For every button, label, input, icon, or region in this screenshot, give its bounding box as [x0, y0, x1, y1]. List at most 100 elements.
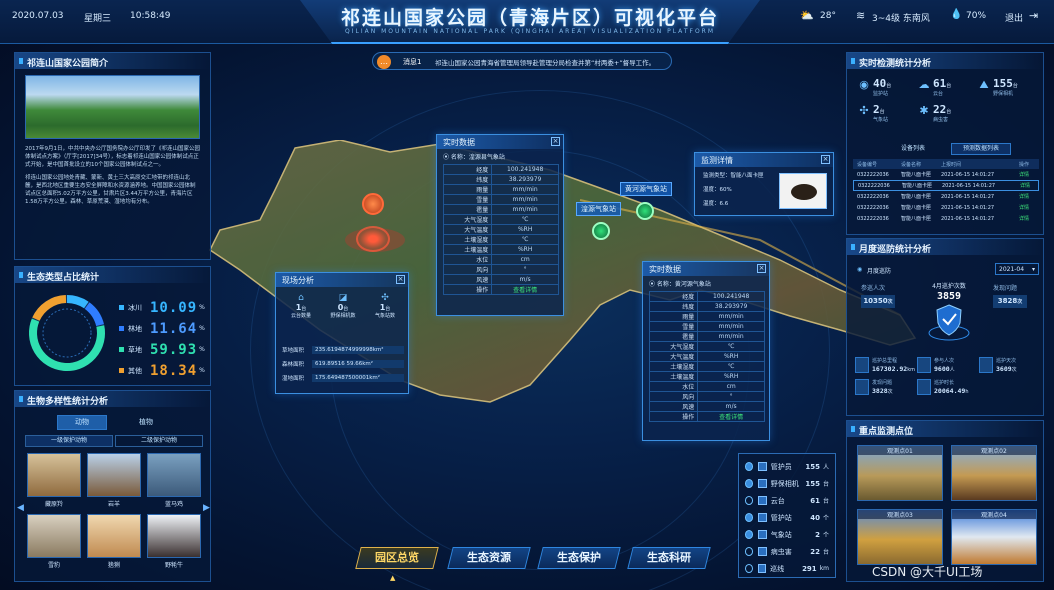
detail-link[interactable]: 详情 [1019, 204, 1029, 211]
donut-slice[interactable] [84, 302, 104, 327]
detail-link[interactable]: 详情 [1020, 182, 1030, 189]
nav-eco-research[interactable]: 生态科研 [627, 547, 711, 569]
camera-icon: ◪ [338, 293, 348, 303]
row-value: ℃ [697, 341, 765, 352]
close-icon[interactable]: × [821, 155, 830, 164]
table-row: 操作 查看详情 [442, 284, 559, 295]
row-value: ℃ [491, 214, 559, 225]
tab-animals[interactable]: 动物 [57, 415, 107, 430]
nav-eco-resources[interactable]: 生态资源 [447, 547, 531, 569]
subtab-first-class[interactable]: 一级保护动物 [25, 435, 113, 447]
cell-time: 2021-06-15 14:01:27 [941, 215, 995, 222]
monitor-card[interactable]: 观测点04 [951, 509, 1037, 565]
layer-toggle[interactable]: 管护员 155 人 [745, 458, 829, 475]
header-humidity: 70% [966, 11, 987, 21]
intro-title: 祁连山国家公园简介 [15, 53, 210, 69]
subtab-second-class[interactable]: 二级保护动物 [115, 435, 203, 447]
tab-prediction-list[interactable]: 预测数据列表 [951, 143, 1011, 155]
found-unit: 次 [1017, 299, 1023, 305]
weather-station-pin-icon[interactable] [592, 222, 610, 240]
weather-station-pin-icon[interactable] [636, 202, 654, 220]
animal-card[interactable]: 野牦牛 [147, 514, 201, 569]
layer-checkbox[interactable] [745, 513, 754, 522]
stat-unit: 台 [946, 83, 952, 89]
intro-panel: 祁连山国家公园简介 2017年9月1日，中共中央办公厅国务院办公厅印发了《祁连山… [14, 52, 211, 260]
patrol-stats: 巡护总里程 167302.92km 参与人次 9600人 巡护天次 3609次 发现问… [855, 357, 1041, 395]
humidity-label: 湿度： [703, 187, 720, 193]
layer-checkbox[interactable] [745, 479, 754, 488]
temperature-value: 6.6 [719, 201, 729, 207]
detail-link[interactable]: 详情 [1019, 171, 1029, 178]
stat-value: 2 [873, 103, 880, 116]
donut-slice[interactable] [29, 318, 105, 371]
nav-overview[interactable]: 园区总览 [355, 547, 439, 569]
monitor-card[interactable]: 观测点02 [951, 445, 1037, 501]
animal-card[interactable]: 藏原羚 [27, 453, 81, 508]
logout-icon[interactable]: ⇥ [1029, 9, 1038, 22]
table-row: 操作 查看详情 [648, 411, 765, 422]
close-icon[interactable]: × [396, 275, 405, 284]
table-row[interactable]: 0322222036 智能八面卡匣 2021-06-15 14:01:27 详情 [853, 213, 1039, 224]
layer-checkbox[interactable] [745, 564, 754, 573]
donut-slice[interactable] [66, 295, 89, 309]
windmill-icon: ✣ [859, 104, 869, 117]
logout-button[interactable]: 退出 [1005, 11, 1023, 24]
table-row[interactable]: 0322222036 智能八面卡匣 2021-06-15 14:01:27 详情 [853, 191, 1039, 202]
table-row: 雨量 mm/min [442, 184, 559, 195]
layer-toggle[interactable]: 云台 61 台 [745, 492, 829, 509]
month-select[interactable]: 2021-04 ▾ [995, 263, 1039, 275]
next-arrow-icon[interactable]: ▶ [203, 503, 210, 513]
eco-donut-chart[interactable] [23, 289, 111, 377]
animal-card[interactable]: 猞猁 [87, 514, 141, 569]
row-key: 大气温度 [648, 351, 699, 362]
patrol-stat-label: 巡护天次 [996, 358, 1017, 364]
alert-pin-icon[interactable] [362, 193, 384, 215]
detail-link[interactable]: 详情 [1019, 215, 1029, 222]
layer-checkbox[interactable] [745, 496, 754, 505]
monitor-card[interactable]: 观测点01 [857, 445, 943, 501]
header-time: 10:58:49 [130, 11, 171, 21]
nav-eco-protection[interactable]: 生态保护 [537, 547, 621, 569]
stat-label: 野保相机 [993, 91, 1014, 97]
close-icon[interactable]: × [551, 137, 560, 146]
layer-toggle[interactable]: 病虫害 22 台 [745, 543, 829, 560]
animal-card[interactable]: 蓝马鸡 [147, 453, 201, 508]
layer-legend: 管护员 155 人野保相机 155 台云台 61 台管护站 40 个气象站 2 个病虫害 22 台巡线 2… [738, 453, 836, 578]
tab-plants[interactable]: 植物 [121, 415, 171, 430]
patrol-stat-value: 20064.49 [934, 387, 966, 395]
monitor-card[interactable]: 观测点03 [857, 509, 943, 565]
eco-item-value: 10.09 [150, 299, 198, 316]
close-icon[interactable]: × [757, 264, 766, 273]
window-title: 现场分析 [276, 273, 408, 287]
detail-link[interactable]: 查看详情 [491, 284, 559, 295]
layer-checkbox[interactable] [745, 462, 754, 471]
layer-toggle[interactable]: 野保相机 155 台 [745, 475, 829, 492]
prev-arrow-icon[interactable]: ◀ [17, 503, 24, 513]
layer-checkbox[interactable] [745, 547, 754, 556]
animal-card[interactable]: 岩羊 [87, 453, 141, 508]
row-value: mm/min [491, 204, 559, 215]
table-row[interactable]: 0322222036 智能八面卡匣 2021-06-15 14:01:27 详情 [853, 202, 1039, 213]
table-row[interactable]: 0322222036 智能八面卡匣 2021-06-15 14:01:27 详情 [853, 180, 1039, 191]
table-row: 经度 100.241948 [648, 291, 765, 302]
layer-toggle[interactable]: 管护站 40 个 [745, 509, 829, 526]
table-row[interactable]: 0322222036 智能八面卡匣 2021-06-15 14:01:27 详情 [853, 169, 1039, 180]
layer-label: 管护员 [770, 462, 792, 471]
layer-toggle[interactable]: 巡线 291 km [745, 560, 829, 577]
patrol-stat-unit: 次 [887, 389, 893, 395]
stat-card: ✣ 2台 气象站 [855, 103, 915, 123]
donut-slice[interactable] [32, 295, 67, 322]
patrol-stat-icon [917, 379, 931, 395]
layer-checkbox[interactable] [745, 530, 754, 539]
alert-target-icon[interactable] [356, 226, 390, 252]
detail-link[interactable]: 查看详情 [697, 411, 765, 422]
table-row: 大气湿度 ℃ [648, 341, 765, 352]
tab-device-list[interactable]: 设备列表 [887, 143, 939, 155]
notice-bar[interactable]: … 消息1 祁连山国家公园青海省管理局领导赴管理分局检查并第“村两委+”督导工作… [372, 52, 672, 70]
animal-name: 雪豹 [47, 562, 60, 569]
patrol-stat-unit: km [907, 367, 916, 373]
detail-link[interactable]: 详情 [1019, 193, 1029, 200]
radio-icon[interactable]: ◉ [857, 266, 862, 273]
layer-toggle[interactable]: 气象站 2 个 [745, 526, 829, 543]
animal-card[interactable]: 雪豹 [27, 514, 81, 569]
